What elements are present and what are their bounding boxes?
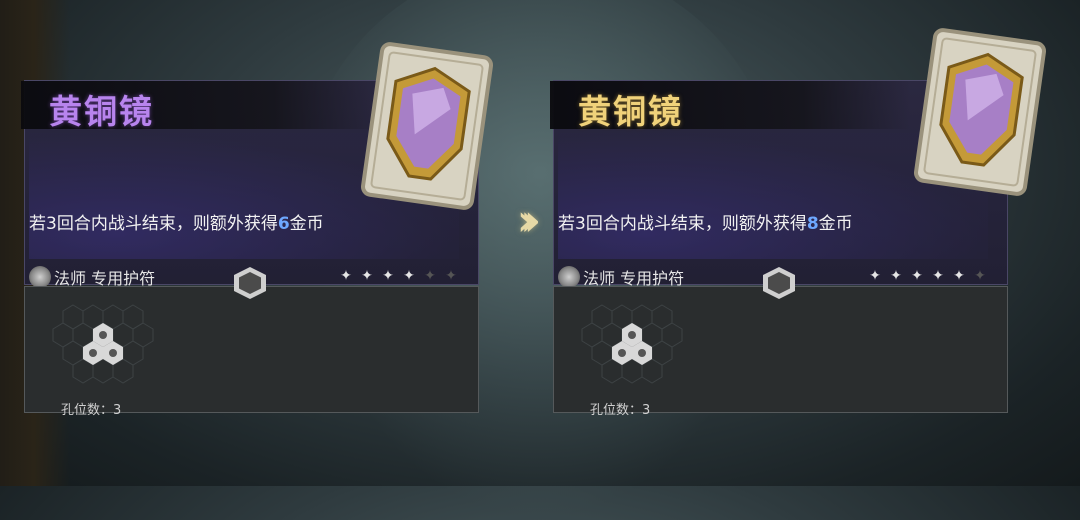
item-title: 黄铜镜: [578, 92, 683, 131]
star-icon: ✦: [932, 268, 944, 284]
star-empty-icon: ✦: [445, 268, 457, 284]
mage-emblem-icon: [558, 266, 580, 288]
star-rating: ✦ ✦ ✦ ✦ ✦ ✦: [337, 268, 460, 284]
mage-emblem-icon: [29, 266, 51, 288]
socket-panel: 孔位数：3: [553, 286, 1008, 418]
socket-slot-icon: [612, 323, 652, 365]
bonus-gold-value: 6: [277, 214, 290, 234]
star-icon: ✦: [869, 268, 881, 284]
brass-mirror-icon: [360, 42, 494, 210]
brass-mirror-icon: [913, 28, 1047, 196]
divider-gem-icon: [763, 267, 795, 299]
divider-gem-icon: [234, 267, 266, 299]
star-icon: ✦: [340, 268, 352, 284]
star-icon: ✦: [911, 268, 923, 284]
item-description: 若3回合内战斗结束，则额外获得6金币: [29, 214, 324, 234]
socket-hex-grid: [581, 304, 683, 384]
star-icon: ✦: [890, 268, 902, 284]
socket-slot-icon: [83, 323, 123, 365]
socket-count-label: 孔位数：3: [590, 403, 651, 418]
item-title: 黄铜镜: [49, 92, 154, 131]
item-description: 若3回合内战斗结束，则额外获得8金币: [558, 214, 853, 234]
star-empty-icon: ✦: [424, 268, 436, 284]
chevron-right-triple-icon: ›››: [516, 194, 542, 246]
star-icon: ✦: [361, 268, 373, 284]
star-empty-icon: ✦: [974, 268, 986, 284]
star-icon: ✦: [953, 268, 965, 284]
socket-panel: 孔位数：3: [24, 286, 479, 418]
star-rating: ✦ ✦ ✦ ✦ ✦ ✦: [866, 268, 989, 284]
item-card-after: 黄铜镜 若3回合内战斗结束，则额外获得8金币 法师 专用护符 ✦ ✦ ✦ ✦ ✦…: [550, 28, 1047, 418]
item-card-before: 黄铜镜 若3回合内战斗结束，则额外获得6金币 法师 专用护符 ✦ ✦ ✦ ✦ ✦…: [21, 42, 494, 418]
socket-hex-grid: [52, 304, 154, 384]
star-icon: ✦: [382, 268, 394, 284]
star-icon: ✦: [403, 268, 415, 284]
socket-count-label: 孔位数：3: [61, 403, 122, 418]
bonus-gold-value: 8: [806, 214, 819, 234]
